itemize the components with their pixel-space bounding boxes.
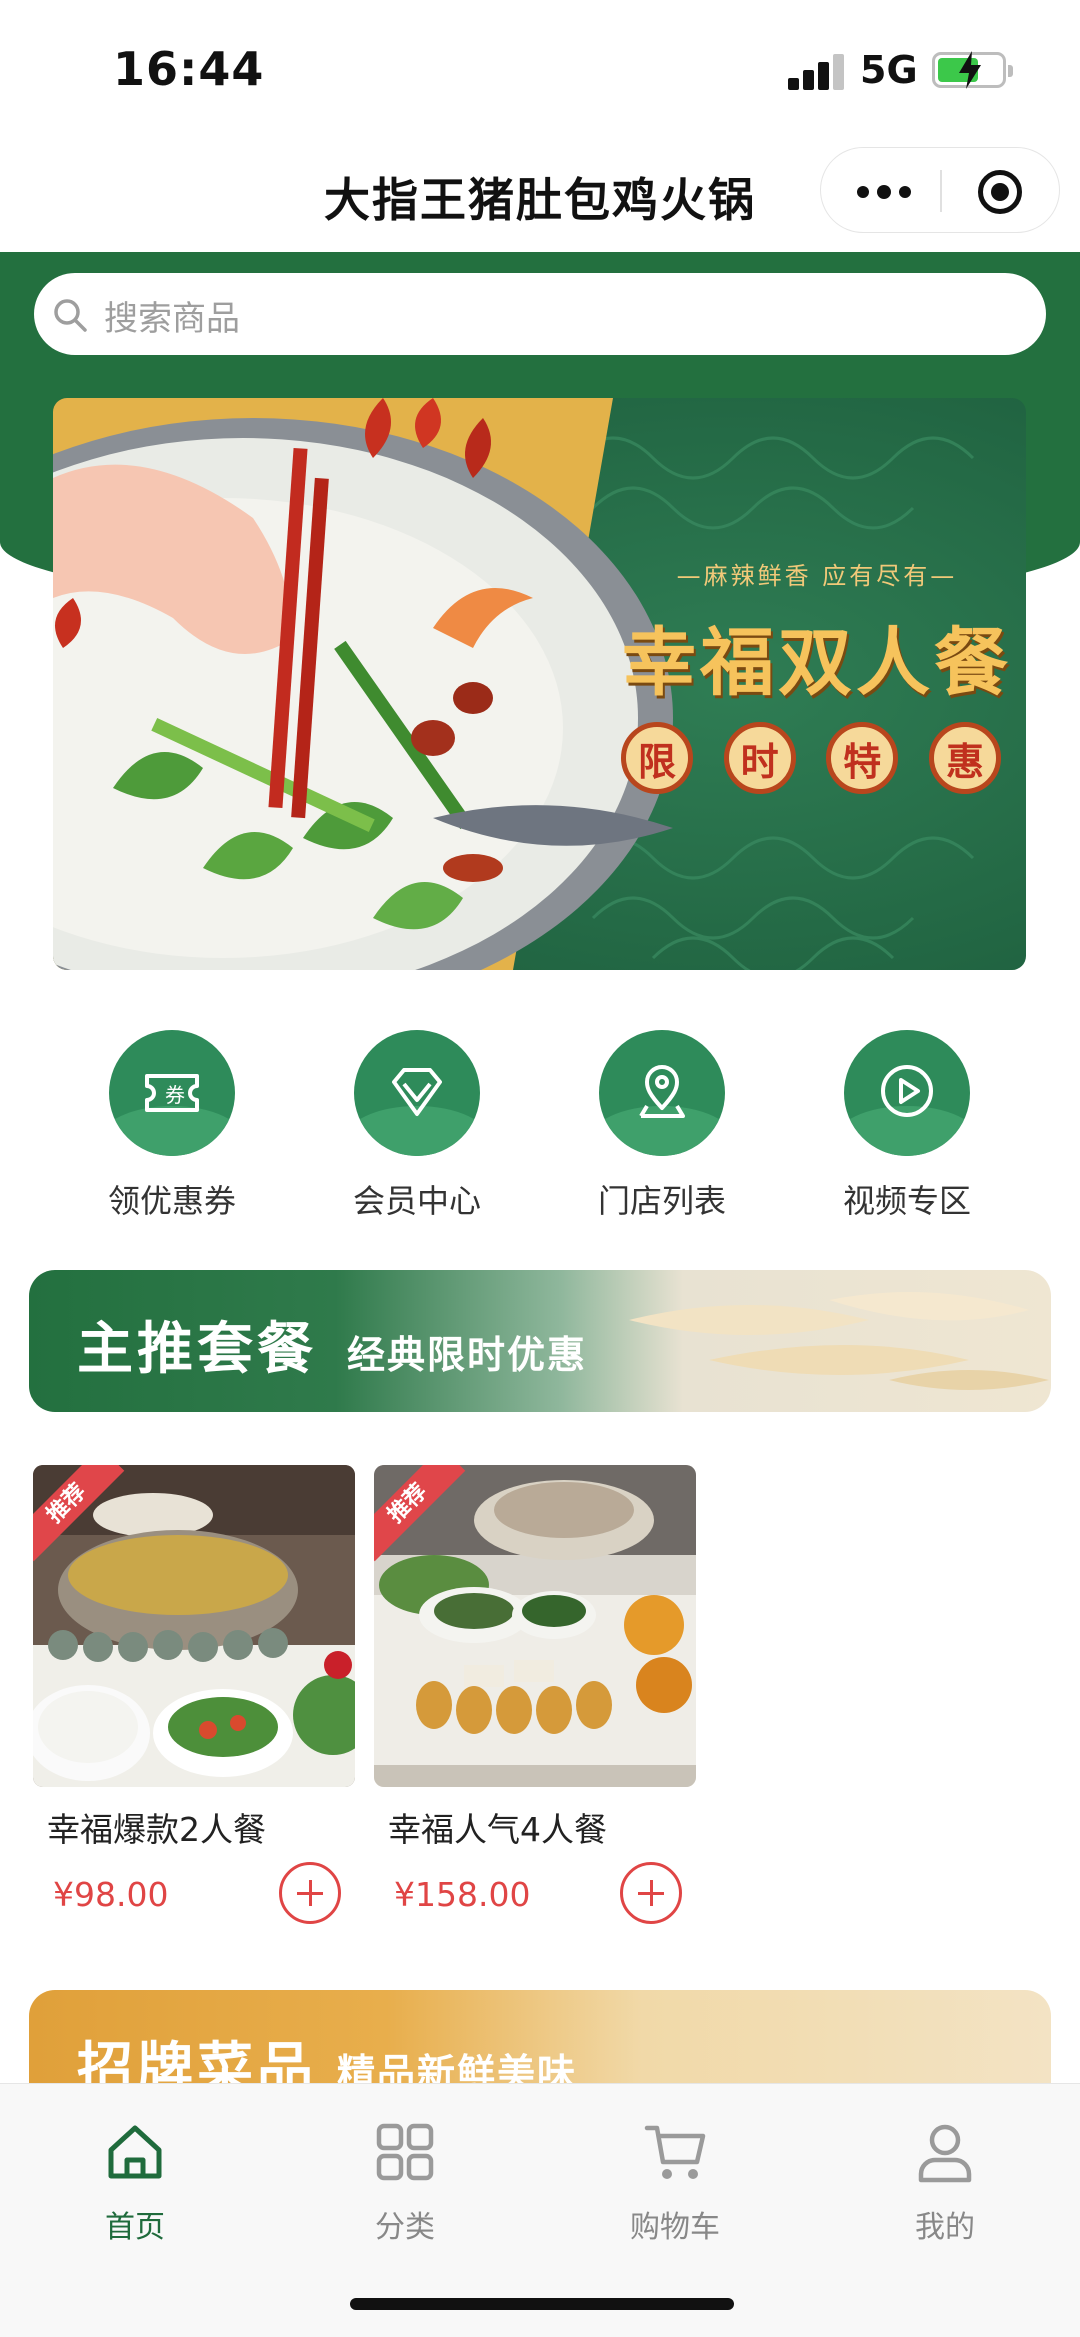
diamond-icon [354, 1030, 480, 1156]
coupon-icon: 券 [109, 1030, 235, 1156]
home-icon [108, 2125, 162, 2179]
status-time: 16:44 [113, 42, 265, 96]
quick-item-label: 门店列表 [597, 1182, 726, 1220]
tab-label: 购物车 [630, 2210, 720, 2245]
location-icon [599, 1030, 725, 1156]
tab-profile[interactable]: 我的 [845, 2120, 1045, 2246]
product-image[interactable]: 推荐 [33, 1465, 355, 1787]
product-name: 幸福人气4人餐 [388, 1810, 607, 1849]
grid-icon [376, 2123, 434, 2181]
quick-item-coupon[interactable]: 券 领优惠券 [52, 1030, 292, 1222]
quick-menu: 券 领优惠券 会员中心 门店列表 视频专区 [0, 1030, 1080, 1220]
banner-stamps: 限 时 特 惠 [621, 722, 1001, 794]
quick-item-label: 会员中心 [352, 1182, 481, 1220]
quick-item-label: 领优惠券 [107, 1182, 236, 1220]
banner-stamp: 时 [723, 722, 796, 794]
svg-text:券: 券 [165, 1083, 185, 1107]
banner-stamp: 限 [621, 722, 693, 794]
product-card[interactable]: 推荐 幸福人气4人餐 ¥158.00 [374, 1465, 696, 1924]
section-subtitle: 经典限时优惠 [347, 1333, 588, 1377]
add-to-cart-button[interactable] [279, 1862, 341, 1924]
play-icon [844, 1030, 970, 1156]
quick-item-label: 视频专区 [842, 1182, 971, 1220]
home-indicator [350, 2298, 734, 2310]
nav-header: 大指王猪肚包鸡火锅 [0, 140, 1080, 252]
product-image[interactable]: 推荐 [374, 1465, 696, 1787]
network-label: 5G [860, 48, 918, 92]
battery-icon [932, 51, 1013, 89]
user-icon [918, 2124, 972, 2183]
signal-icon [788, 54, 844, 90]
banner-stamp: 特 [826, 722, 899, 794]
banner-stamp: 惠 [928, 722, 1001, 794]
search-icon [54, 299, 87, 332]
quick-item-member[interactable]: 会员中心 [297, 1030, 537, 1222]
banner-tagline: —麻辣鲜香 应有尽有— [676, 562, 958, 590]
target-icon[interactable] [978, 170, 1022, 214]
capsule-divider [940, 170, 942, 212]
section-banner-main[interactable]: 主推套餐 经典限时优惠 [29, 1270, 1051, 1412]
tab-label: 我的 [915, 2210, 975, 2245]
tab-label: 分类 [375, 2210, 435, 2245]
add-to-cart-button[interactable] [620, 1862, 682, 1924]
promo-banner[interactable]: —麻辣鲜香 应有尽有— 幸福双人餐 限 时 特 惠 [53, 398, 1026, 970]
cart-icon [644, 2125, 706, 2179]
product-name: 幸福爆款2人餐 [47, 1810, 266, 1849]
mini-program-home: 16:44 5G 大指王猪肚包鸡火锅 搜索商品 —麻辣鲜香 应有尽有— 幸福双人… [0, 0, 1080, 2337]
tab-category[interactable]: 分类 [305, 2120, 505, 2246]
section-title: 主推套餐 [77, 1317, 317, 1382]
status-bar: 16:44 5G [0, 0, 1080, 140]
tab-label: 首页 [105, 2210, 165, 2245]
product-price: ¥158.00 [394, 1875, 531, 1914]
section-banner-food-image [629, 1292, 1049, 1390]
quick-item-video[interactable]: 视频专区 [787, 1030, 1027, 1222]
tab-home[interactable]: 首页 [35, 2120, 235, 2246]
quick-item-stores[interactable]: 门店列表 [542, 1030, 782, 1222]
capsule-menu [820, 147, 1060, 233]
product-card[interactable]: 推荐 幸福爆款2人餐 ¥98.00 [33, 1465, 355, 1924]
tab-cart[interactable]: 购物车 [575, 2120, 775, 2246]
banner-headline: 幸福双人餐 [622, 620, 1012, 706]
more-dots-icon[interactable] [857, 185, 911, 199]
search-placeholder: 搜索商品 [104, 299, 240, 339]
search-input[interactable]: 搜索商品 [34, 273, 1046, 355]
product-price: ¥98.00 [53, 1875, 169, 1914]
